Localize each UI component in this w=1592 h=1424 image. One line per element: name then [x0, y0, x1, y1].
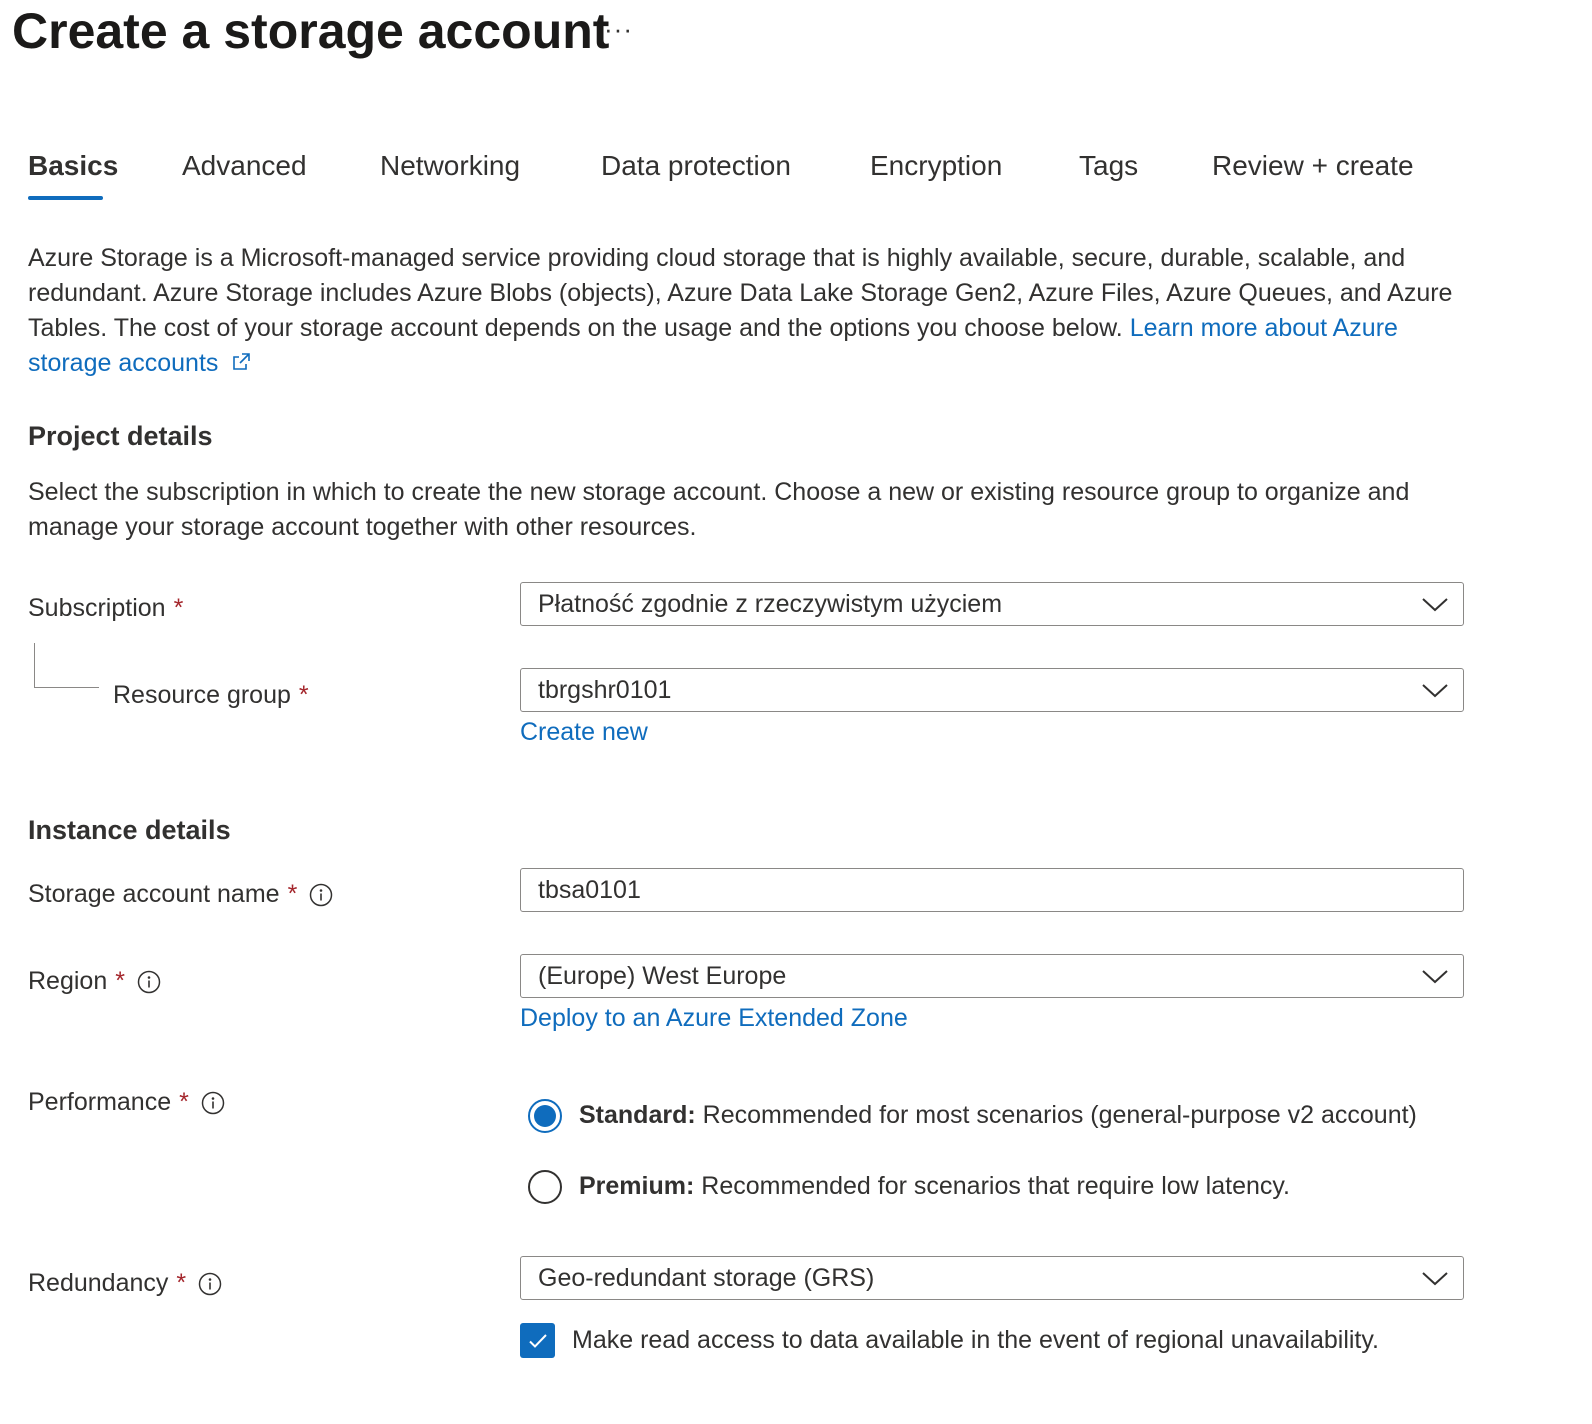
chevron-down-icon — [1422, 970, 1448, 984]
required-marker: * — [176, 1269, 187, 1297]
deploy-extended-zone-link[interactable]: Deploy to an Azure Extended Zone — [520, 1004, 908, 1033]
tab-basics[interactable]: Basics — [28, 150, 118, 182]
redundancy-value: Geo-redundant storage (GRS) — [538, 1263, 875, 1292]
storage-account-name-label: Storage account name * — [28, 880, 333, 909]
tree-connector — [34, 643, 99, 688]
project-details-description: Select the subscription in which to crea… — [28, 478, 1410, 541]
chevron-down-icon — [1422, 598, 1448, 612]
region-value: (Europe) West Europe — [538, 961, 787, 990]
required-marker: * — [115, 967, 125, 995]
region-label: Region * — [28, 967, 161, 996]
region-dropdown[interactable]: (Europe) West Europe — [520, 954, 1464, 998]
read-access-label[interactable]: Make read access to data available in th… — [572, 1326, 1379, 1355]
required-marker: * — [173, 594, 184, 622]
tab-encryption[interactable]: Encryption — [870, 150, 1002, 182]
read-access-checkbox[interactable] — [520, 1323, 555, 1358]
storage-account-name-input[interactable]: tbsa0101 — [520, 868, 1464, 912]
tab-data-protection[interactable]: Data protection — [601, 150, 791, 182]
storage-account-name-value: tbsa0101 — [538, 875, 641, 904]
info-icon[interactable] — [137, 970, 161, 994]
chevron-down-icon — [1422, 684, 1448, 698]
resource-group-label: Resource group * — [113, 681, 309, 709]
performance-premium-label[interactable]: Premium: Recommended for scenarios that … — [579, 1172, 1290, 1201]
create-new-link[interactable]: Create new — [520, 718, 648, 747]
resource-group-value: tbrgshr0101 — [538, 675, 672, 704]
performance-standard-label[interactable]: Standard: Recommended for most scenarios… — [579, 1101, 1417, 1130]
tab-networking[interactable]: Networking — [380, 150, 520, 182]
more-icon[interactable]: ··· — [604, 14, 633, 45]
instance-details-heading: Instance details — [28, 815, 231, 845]
project-details-heading: Project details — [28, 421, 213, 451]
performance-premium-radio[interactable] — [528, 1170, 562, 1204]
info-icon[interactable] — [309, 883, 333, 907]
required-marker: * — [287, 880, 298, 908]
external-link-icon — [233, 353, 251, 370]
redundancy-label: Redundancy * — [28, 1269, 222, 1298]
performance-standard-radio[interactable] — [528, 1099, 562, 1133]
required-marker: * — [298, 681, 309, 709]
required-marker: * — [179, 1088, 189, 1116]
page-title: Create a storage account — [12, 3, 610, 59]
tab-tags[interactable]: Tags — [1079, 150, 1138, 182]
subscription-label: Subscription * — [28, 594, 184, 622]
performance-label: Performance * — [28, 1088, 225, 1117]
chevron-down-icon — [1422, 1272, 1448, 1286]
redundancy-dropdown[interactable]: Geo-redundant storage (GRS) — [520, 1256, 1464, 1300]
tab-review-create[interactable]: Review + create — [1212, 150, 1414, 182]
checkmark-icon — [528, 1333, 547, 1348]
info-icon[interactable] — [201, 1091, 225, 1115]
intro-description: Azure Storage is a Microsoft-managed ser… — [28, 241, 1478, 381]
subscription-dropdown[interactable]: Płatność zgodnie z rzeczywistym użyciem — [520, 582, 1464, 626]
resource-group-dropdown[interactable]: tbrgshr0101 — [520, 668, 1464, 712]
subscription-value: Płatność zgodnie z rzeczywistym użyciem — [538, 589, 1003, 618]
tab-advanced[interactable]: Advanced — [182, 150, 307, 182]
active-tab-indicator — [28, 196, 103, 200]
info-icon[interactable] — [198, 1272, 222, 1296]
